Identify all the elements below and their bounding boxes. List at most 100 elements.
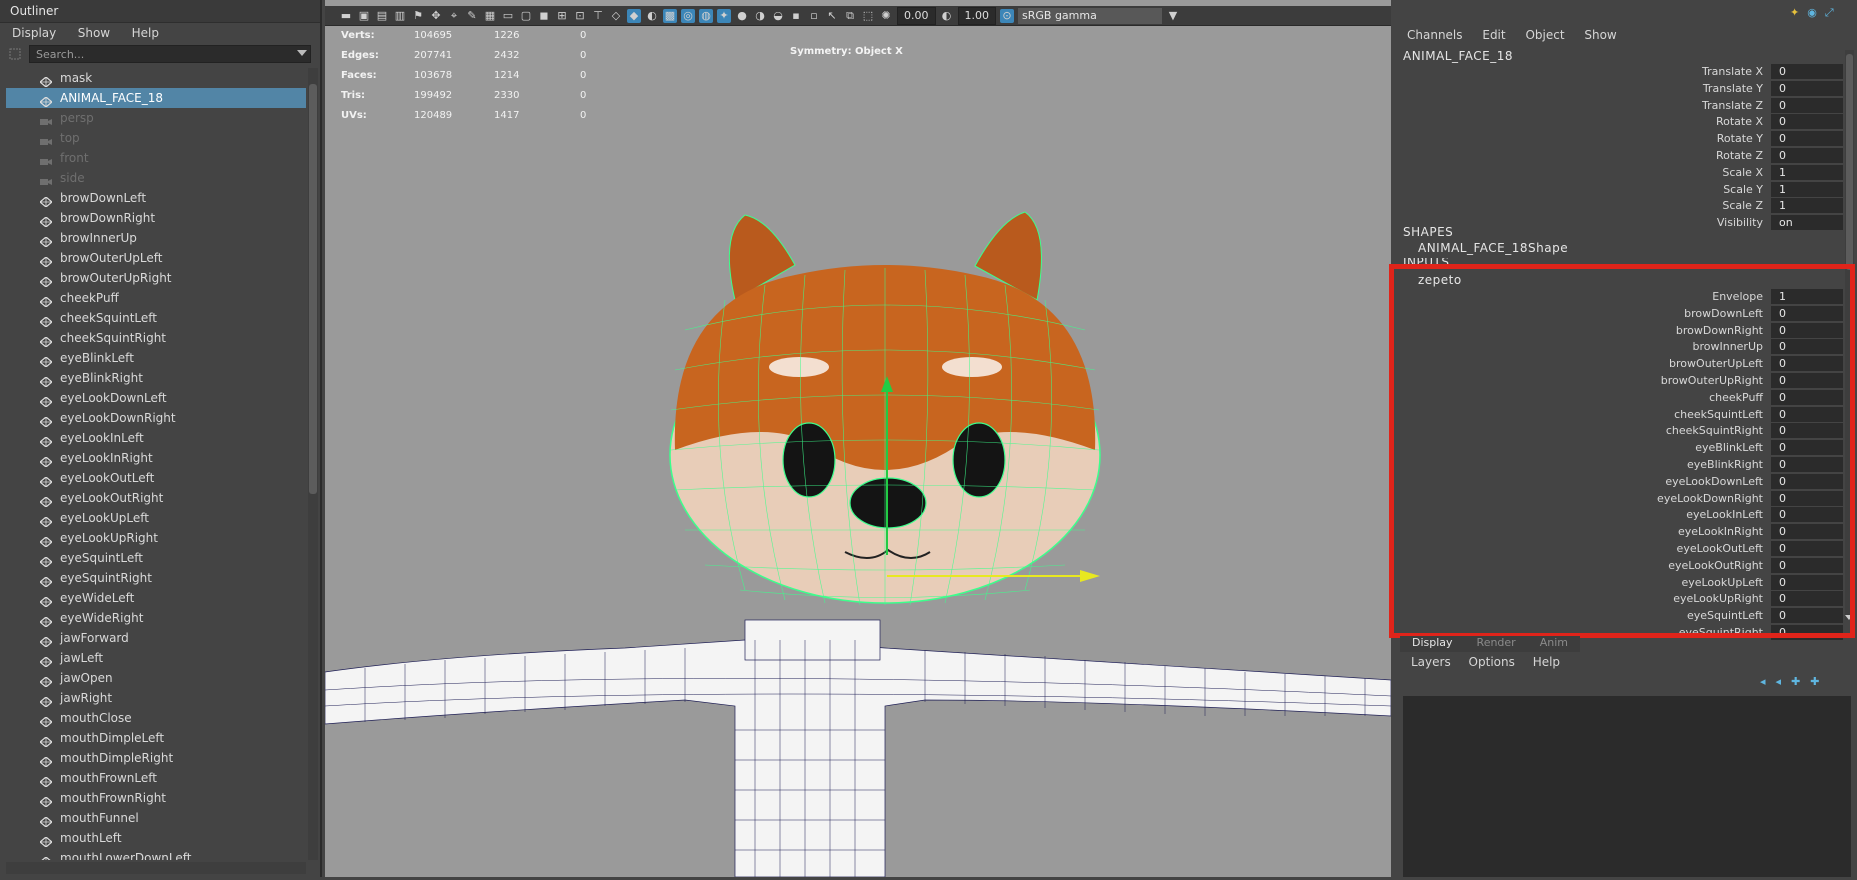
outliner-item[interactable]: eyeLookOutRight <box>6 488 306 508</box>
channel-menu-edit[interactable]: Edit <box>1482 28 1505 42</box>
outliner-item[interactable]: cheekSquintRight <box>6 328 306 348</box>
channel-menu-object[interactable]: Object <box>1525 28 1564 42</box>
outliner-item[interactable]: browDownLeft <box>6 188 306 208</box>
attr-name[interactable]: Rotate Z <box>1716 149 1763 162</box>
attr-value-field[interactable]: 0 <box>1771 114 1843 130</box>
gamma-field[interactable]: 1.00 <box>957 6 996 25</box>
outliner-item[interactable]: mouthFunnel <box>6 808 306 828</box>
outliner-item[interactable]: eyeLookOutLeft <box>6 468 306 488</box>
outliner-item[interactable]: eyeLookUpLeft <box>6 508 306 528</box>
attr-value-field[interactable]: 0 <box>1771 339 1843 355</box>
channel-attr-row[interactable]: browOuterUpLeft 0 <box>1403 356 1843 372</box>
backface-icon[interactable]: ⬚ <box>861 9 875 23</box>
outliner-item[interactable]: eyeLookUpRight <box>6 528 306 548</box>
channel-attr-row[interactable]: Visibility on <box>1403 215 1843 231</box>
film-gate-icon[interactable]: ▭ <box>501 9 515 23</box>
tool-settings-icon[interactable]: ⤢ <box>1825 6 1834 20</box>
attr-name[interactable]: Scale Y <box>1723 183 1763 196</box>
outliner-item[interactable]: persp <box>6 108 306 128</box>
attr-name[interactable]: eyeLookUpLeft <box>1681 576 1763 589</box>
attr-value-field[interactable]: 0 <box>1771 507 1843 523</box>
move-layer-up-icon[interactable]: ◂ <box>1760 675 1766 688</box>
wireframe-icon[interactable]: ◇ <box>609 9 623 23</box>
exposure-icon[interactable]: ✺ <box>879 9 893 23</box>
attr-name[interactable]: browDownRight <box>1676 324 1763 337</box>
attr-value-field[interactable]: 1 <box>1771 289 1843 304</box>
channel-attr-row[interactable]: eyeLookInRight 0 <box>1403 524 1843 540</box>
layer-menu-layers[interactable]: Layers <box>1411 655 1451 669</box>
outliner-item[interactable]: mouthDimpleRight <box>6 748 306 768</box>
image-plane-icon[interactable]: ▥ <box>393 9 407 23</box>
default-material-icon[interactable]: ◐ <box>645 9 659 23</box>
channel-attr-row[interactable]: Rotate Z 0 <box>1403 148 1843 164</box>
attr-value-field[interactable]: 0 <box>1771 591 1843 607</box>
attr-value-field[interactable]: 0 <box>1771 473 1843 489</box>
outliner-item[interactable]: mouthFrownRight <box>6 788 306 808</box>
channel-attr-row[interactable]: browInnerUp 0 <box>1403 339 1843 355</box>
attr-value-field[interactable]: 0 <box>1771 574 1843 590</box>
outliner-item[interactable]: browInnerUp <box>6 228 306 248</box>
shadows-icon[interactable]: ● <box>735 9 749 23</box>
new-layer-icon[interactable]: ✚ <box>1791 675 1800 688</box>
safe-title-icon[interactable]: ⊤ <box>591 9 605 23</box>
attr-value-field[interactable]: 0 <box>1771 557 1843 573</box>
outliner-item[interactable]: top <box>6 128 306 148</box>
search-input[interactable]: Search... <box>29 45 311 63</box>
attr-name[interactable]: Rotate X <box>1716 115 1763 128</box>
wireframe-on-shaded-icon[interactable]: ▩ <box>663 8 677 23</box>
channel-object-name[interactable]: ANIMAL_FACE_18 <box>1403 49 1513 63</box>
outliner-menu-help[interactable]: Help <box>132 26 159 40</box>
attr-value-field[interactable]: 0 <box>1771 608 1843 624</box>
field-chart-icon[interactable]: ⊞ <box>555 9 569 23</box>
outliner-item[interactable]: jawRight <box>6 688 306 708</box>
outliner-item[interactable]: eyeLookInRight <box>6 448 306 468</box>
chevron-down-icon[interactable] <box>297 50 307 56</box>
attr-value-field[interactable]: 0 <box>1771 524 1843 540</box>
attr-name[interactable]: Translate Z <box>1702 99 1763 112</box>
channel-attr-row[interactable]: Translate X 0 <box>1403 64 1843 80</box>
attr-value-field[interactable]: 0 <box>1771 373 1843 388</box>
outliner-menu-show[interactable]: Show <box>78 26 110 40</box>
outliner-item[interactable]: eyeLookInLeft <box>6 428 306 448</box>
outliner-item[interactable]: browOuterUpRight <box>6 268 306 288</box>
outliner-item[interactable]: eyeBlinkLeft <box>6 348 306 368</box>
attr-name[interactable]: cheekSquintLeft <box>1674 408 1763 421</box>
gamma-icon[interactable]: ◐ <box>940 9 954 23</box>
outliner-item[interactable]: eyeBlinkRight <box>6 368 306 388</box>
attr-value-field[interactable]: 0 <box>1771 356 1843 372</box>
attr-name[interactable]: eyeLookInRight <box>1678 525 1763 538</box>
shape-node-name[interactable]: ANIMAL_FACE_18Shape <box>1418 241 1568 255</box>
attr-name[interactable]: cheekSquintRight <box>1666 424 1763 437</box>
attr-value-field[interactable]: 0 <box>1771 457 1843 472</box>
channel-attr-row[interactable]: eyeBlinkRight 0 <box>1403 457 1843 473</box>
flag-icon[interactable]: ⚑ <box>411 9 425 23</box>
outliner-item[interactable]: eyeWideRight <box>6 608 306 628</box>
attr-name[interactable]: browOuterUpRight <box>1661 374 1763 387</box>
channel-menu-channels[interactable]: Channels <box>1407 28 1463 42</box>
chevron-down-icon[interactable] <box>1845 615 1853 620</box>
new-layer-selected-icon[interactable]: ✚ <box>1810 675 1819 688</box>
outliner-item[interactable]: mask <box>6 68 306 88</box>
attr-name[interactable]: Rotate Y <box>1717 132 1763 145</box>
outliner-item[interactable]: ANIMAL_FACE_18 <box>6 88 306 108</box>
outliner-item[interactable]: eyeLookDownRight <box>6 408 306 428</box>
color-management-icon[interactable]: ⊙ <box>1000 8 1014 23</box>
attr-name[interactable]: Translate X <box>1702 65 1763 78</box>
channel-attr-row[interactable]: Rotate Y 0 <box>1403 131 1843 147</box>
channel-attr-row[interactable]: browOuterUpRight 0 <box>1403 373 1843 389</box>
outliner-item[interactable]: jawOpen <box>6 668 306 688</box>
outliner-item[interactable]: jawForward <box>6 628 306 648</box>
attr-value-field[interactable]: 0 <box>1771 490 1843 506</box>
anti-alias-icon[interactable]: ▪ <box>789 9 803 23</box>
xray-active-icon[interactable]: ⧉ <box>843 9 857 23</box>
exposure-field[interactable]: 0.00 <box>897 6 936 25</box>
attr-value-field[interactable]: 0 <box>1771 131 1843 147</box>
channel-attr-row[interactable]: eyeBlinkLeft 0 <box>1403 440 1843 456</box>
attr-value-field[interactable]: on <box>1771 215 1843 231</box>
attr-name[interactable]: eyeLookDownLeft <box>1665 475 1763 488</box>
outliner-item[interactable]: browOuterUpLeft <box>6 248 306 268</box>
layer-list-area[interactable] <box>1403 696 1851 877</box>
channel-attr-row[interactable]: Scale Y 1 <box>1403 181 1843 198</box>
outliner-item[interactable]: eyeLookDownLeft <box>6 388 306 408</box>
attr-value-field[interactable]: 0 <box>1771 148 1843 163</box>
